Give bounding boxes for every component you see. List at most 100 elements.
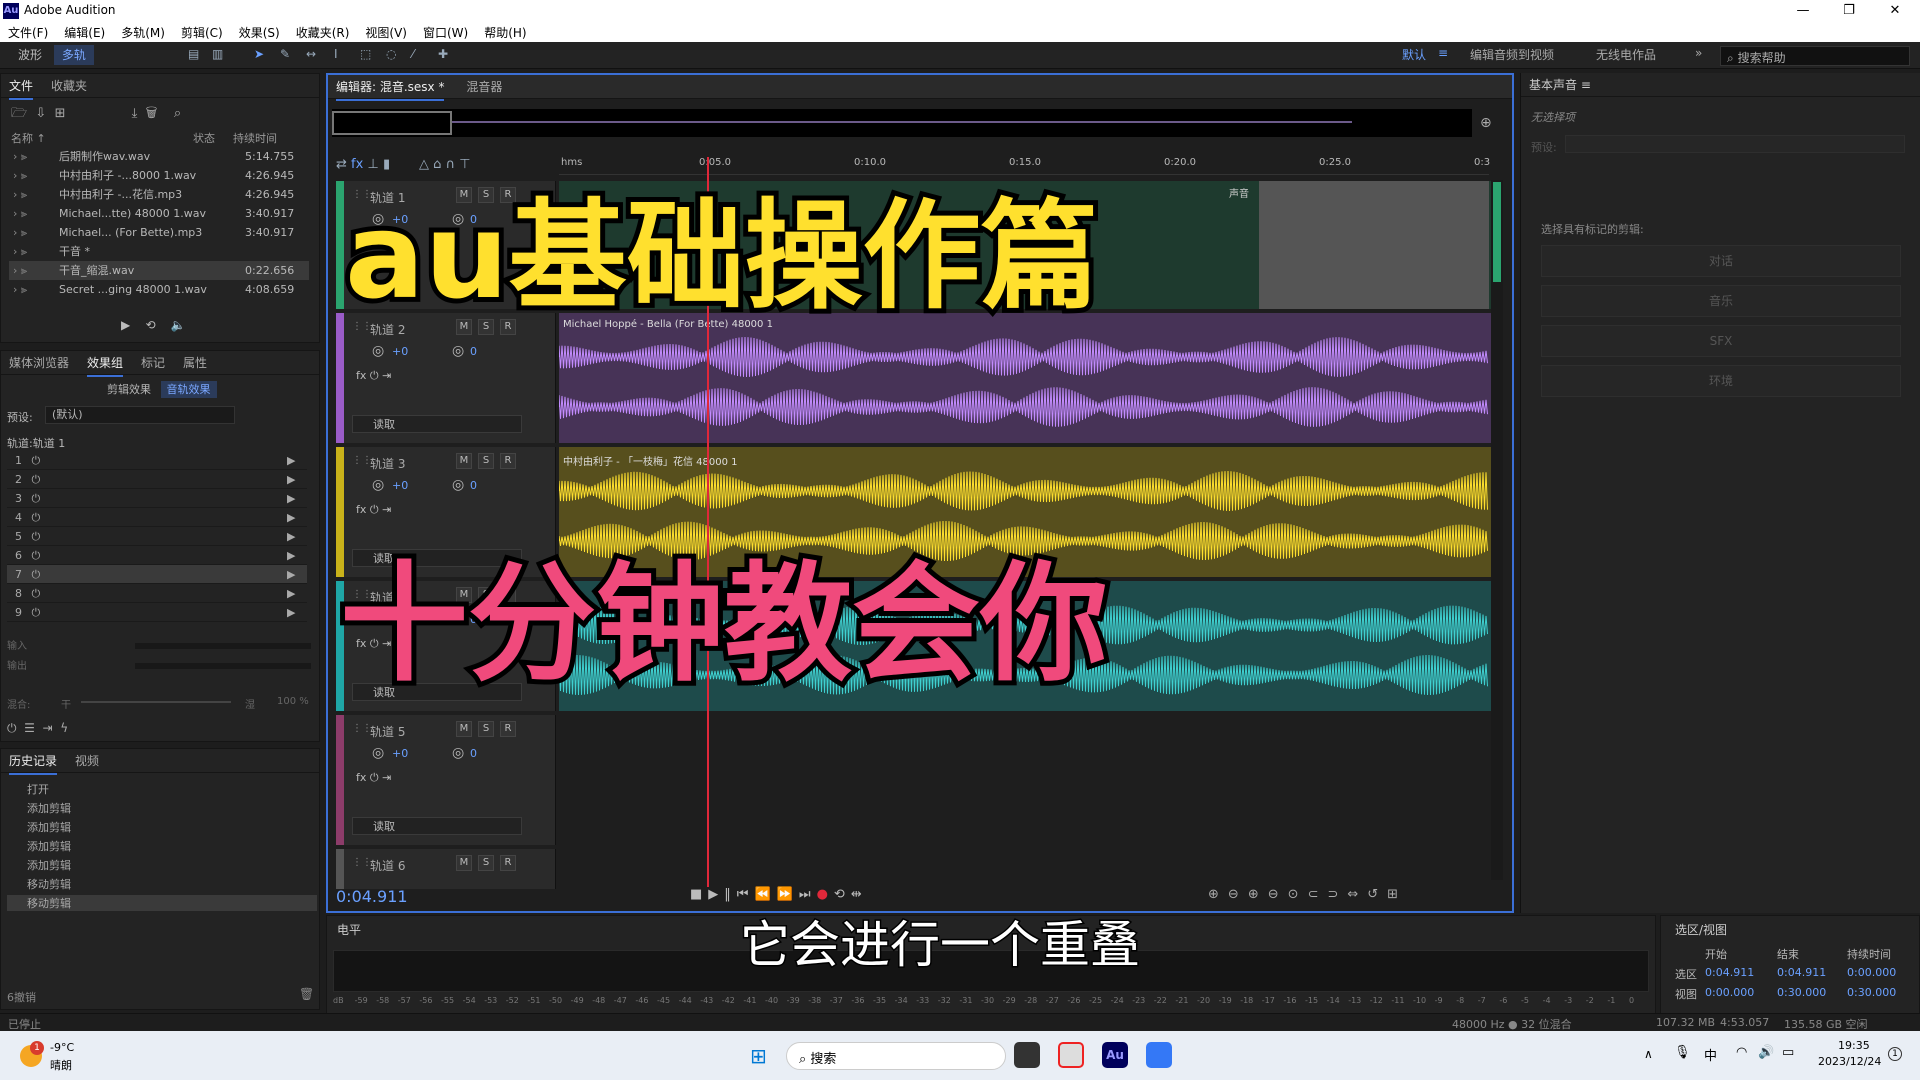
help-search-input[interactable]: ⌕ 搜索帮助 (1720, 46, 1910, 66)
slot-menu-icon[interactable]: ▶ (287, 603, 295, 622)
slot-menu-icon[interactable]: ▶ (287, 470, 295, 489)
lightning-icon[interactable]: ϟ (60, 721, 68, 735)
record-arm-button[interactable]: R (500, 453, 516, 469)
menu-view[interactable]: 视图(V) (357, 22, 415, 41)
solo-button[interactable]: S (478, 721, 494, 737)
file-row[interactable]: › ⫸ Secret ...ging 48000 1.wav 4:08.659 (9, 280, 309, 299)
new-file-icon[interactable]: ⊞ (55, 106, 66, 121)
zoom-in-amplitude-icon[interactable]: ⊕ (1208, 887, 1228, 902)
history-item[interactable]: 添加剪辑 (27, 838, 71, 854)
zoom-selection-icon[interactable]: ⊙ (1288, 887, 1308, 902)
slot-menu-icon[interactable]: ▶ (287, 527, 295, 546)
history-item[interactable]: 添加剪辑 (27, 857, 71, 873)
razor-tool-icon[interactable]: ✎ (280, 47, 296, 63)
list-icon[interactable]: ☰ (24, 721, 35, 735)
selection-end[interactable]: 0:04.911 (1777, 966, 1826, 979)
waveform-view-button[interactable]: 波形 (10, 45, 50, 65)
file-row[interactable]: › ⫸ 干音_缩混.wav 0:22.656 (9, 261, 309, 280)
history-item[interactable]: 移动剪辑 (27, 876, 71, 892)
automation-mode-select[interactable]: 读取 (352, 817, 522, 835)
music-button[interactable]: 音乐 (1541, 285, 1901, 317)
track[interactable]: ⋮⋮ 轨道 2 M S R ◎ +0 ◎ 0 fx ⏻ ⇥ 读取 Michael Hoppé - Be… (336, 313, 1496, 443)
zoom-navigator-icon[interactable]: ⊕ (1480, 115, 1492, 131)
history-item[interactable]: 添加剪辑 (27, 800, 71, 816)
workspace-radio[interactable]: 无线电作品 (1596, 46, 1656, 63)
zoom-reset-icon[interactable]: ↺ (1367, 887, 1387, 902)
spot-healing-icon[interactable]: ✚ (438, 47, 454, 63)
clip-effects-tab[interactable]: 剪辑效果 (101, 381, 157, 398)
pan-knob-icon[interactable]: ◎ (452, 343, 464, 359)
file-status-header[interactable]: 状态 (193, 130, 215, 146)
mute-button[interactable]: M (456, 453, 472, 469)
power-icon[interactable]: ⏻ (28, 492, 40, 505)
workspace-edit-video[interactable]: 编辑音频到视频 (1470, 46, 1554, 63)
drag-handle-icon[interactable]: ⋮⋮ (352, 857, 372, 868)
track-name[interactable]: 轨道 3 (370, 455, 405, 472)
view-end[interactable]: 0:30.000 (1777, 986, 1826, 999)
power-icon[interactable]: ⏻ (28, 511, 40, 524)
multitrack-view-button[interactable]: 多轨 (53, 45, 94, 65)
goto-start-icon[interactable]: ⏮ (737, 887, 755, 902)
tab-effects-rack[interactable]: 效果组 (87, 351, 124, 377)
mute-button[interactable]: M (456, 721, 472, 737)
zoom-out-point-icon[interactable]: ⊃ (1327, 887, 1347, 902)
menu-favorites[interactable]: 收藏夹(R) (288, 22, 358, 41)
menu-effects[interactable]: 效果(S) (231, 22, 288, 41)
panel-menu-icon[interactable]: ≡ (1581, 78, 1591, 92)
time-selection-tool-icon[interactable]: I (334, 47, 350, 63)
tab-markers[interactable]: 标记 (141, 351, 165, 375)
autoplay-icon[interactable]: 🔈 (171, 318, 186, 332)
zoom-full-icon[interactable]: ⇔ (1347, 887, 1367, 902)
power-icon[interactable]: ⏻ (7, 721, 17, 735)
track-name[interactable]: 轨道 6 (370, 857, 405, 874)
slip-tool-icon[interactable]: ↔ (306, 47, 322, 63)
volume-knob-icon[interactable]: ◎ (372, 477, 384, 493)
tab-editor-session[interactable]: 编辑器: 混音.sesx * (336, 75, 445, 101)
slot-menu-icon[interactable]: ▶ (287, 508, 295, 527)
maximize-icon[interactable]: ❐ (1826, 0, 1872, 22)
brush-tool-icon[interactable]: ⁄ (412, 47, 428, 63)
effect-slot[interactable]: 9 ⏻ ▶ (7, 603, 307, 622)
selection-duration[interactable]: 0:00.000 (1847, 966, 1896, 979)
current-time[interactable]: 0:04.911 (336, 887, 408, 906)
trash-icon[interactable]: 🗑 (299, 987, 314, 1001)
menu-multitrack[interactable]: 多轨(M) (113, 22, 173, 41)
dialogue-button[interactable]: 对话 (1541, 245, 1901, 277)
pan-value[interactable]: 0 (470, 479, 477, 492)
track-lane[interactable] (559, 849, 1496, 889)
ime-indicator[interactable]: 中 (1704, 1045, 1717, 1064)
power-icon[interactable]: ⏻ (28, 549, 40, 562)
insert-icon[interactable]: ⤓ (132, 106, 138, 121)
minimize-icon[interactable]: — (1780, 0, 1826, 22)
volume-value[interactable]: +0 (392, 345, 408, 358)
volume-knob-icon[interactable]: ◎ (372, 745, 384, 761)
automation-mode-select[interactable]: 读取 (352, 415, 522, 433)
effect-slot[interactable]: 7 ⏻ ▶ (7, 565, 307, 584)
skip-selection-icon[interactable]: ⇹ (851, 887, 868, 902)
windows-start-icon[interactable]: ⊞ (750, 1044, 767, 1068)
tab-media-browser[interactable]: 媒体浏览器 (9, 351, 69, 375)
spectral-frequency-icon[interactable]: ▤ (188, 47, 204, 63)
tab-favorites[interactable]: 收藏夹 (51, 74, 87, 98)
effect-slot[interactable]: 4 ⏻ ▶ (7, 508, 307, 527)
zoom-out-time-icon[interactable]: ⊖ (1268, 887, 1288, 902)
rewind-icon[interactable]: ⏪ (755, 887, 777, 902)
view-start[interactable]: 0:00.000 (1705, 986, 1754, 999)
app-icon-2[interactable] (1146, 1042, 1172, 1068)
effect-slot[interactable]: 6 ⏻ ▶ (7, 546, 307, 565)
battery-icon[interactable]: ▭ (1782, 1045, 1794, 1060)
menu-file[interactable]: 文件(F) (0, 22, 56, 41)
power-icon[interactable]: ⏻ (28, 473, 40, 486)
weather-desc[interactable]: 晴朗 (50, 1057, 72, 1073)
tab-mixer[interactable]: 混音器 (466, 75, 502, 99)
track[interactable]: ⋮⋮ 轨道 6 MSR (336, 849, 1496, 889)
zoom-in-point-icon[interactable]: ⊂ (1308, 887, 1328, 902)
taskbar-search[interactable]: ⌕ 搜索 (786, 1042, 1006, 1070)
pause-icon[interactable]: ‖ (724, 887, 737, 902)
tray-chevron-icon[interactable]: ∧ (1644, 1047, 1653, 1061)
goto-end-icon[interactable]: ⏭ (799, 887, 817, 902)
effect-slot[interactable]: 2 ⏻ ▶ (7, 470, 307, 489)
history-item[interactable]: 添加剪辑 (27, 819, 71, 835)
app-icon-1[interactable] (1058, 1042, 1084, 1068)
file-duration-header[interactable]: 持续时间 (233, 130, 277, 146)
